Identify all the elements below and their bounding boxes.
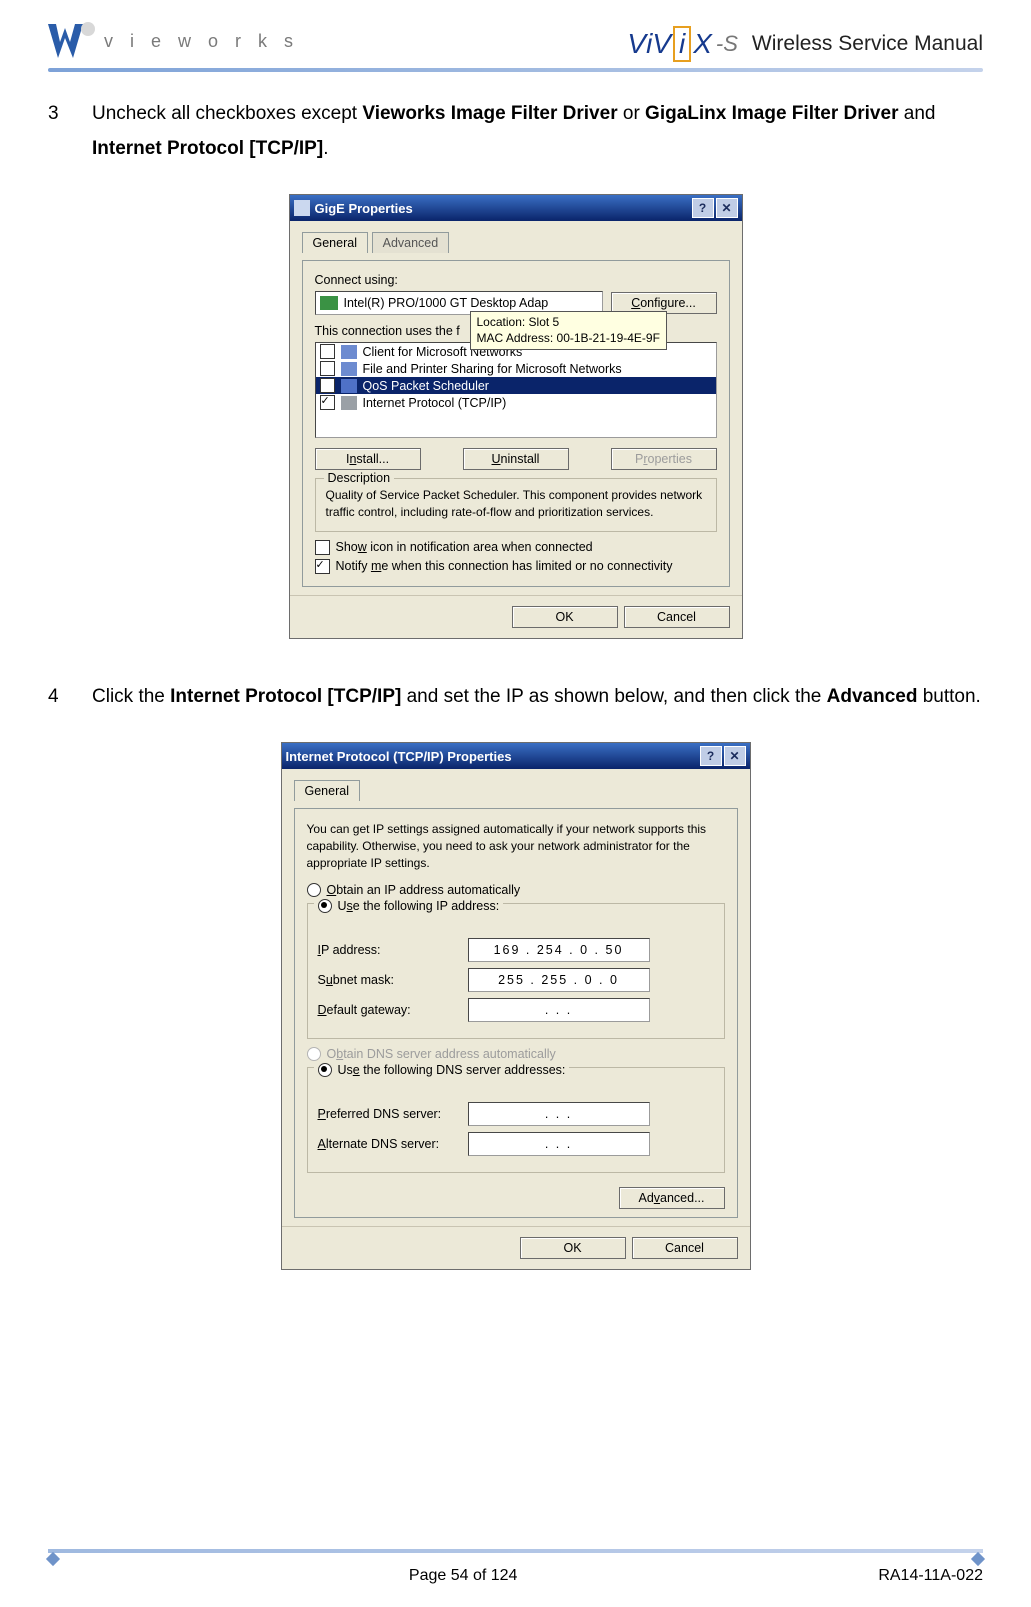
use-ip-radio[interactable]: Use the following IP address: (314, 899, 504, 913)
ip-address-field[interactable]: 169 . 254 . 0 . 50 (468, 938, 650, 962)
tab-advanced[interactable]: Advanced (372, 232, 450, 253)
static-ip-fieldset: Use the following IP address: IP address… (307, 903, 725, 1039)
install-button[interactable]: Install... (315, 448, 421, 470)
help-button[interactable]: ? (700, 746, 722, 766)
vieworks-logo: v i e w o r k s (48, 20, 299, 62)
uninstall-button[interactable]: Uninstall (463, 448, 569, 470)
adapter-icon (320, 296, 338, 310)
checkbox[interactable] (320, 395, 335, 410)
dialog2-tabs: General (294, 779, 738, 800)
vieworks-w-icon (48, 20, 98, 62)
list-item-tcpip[interactable]: Internet Protocol (TCP/IP) (316, 394, 716, 411)
ok-button[interactable]: OK (512, 606, 618, 628)
dialog1-title: GigE Properties (315, 201, 413, 216)
list-item-qos[interactable]: QoS Packet Scheduler (316, 377, 716, 394)
gateway-field[interactable]: . . . (468, 998, 650, 1022)
description-legend: Description (324, 471, 395, 485)
checkbox[interactable] (320, 344, 335, 359)
subnet-mask-field[interactable]: 255 . 255 . 0 . 0 (468, 968, 650, 992)
uses-label: This connection uses the f (315, 324, 460, 338)
connect-using-label: Connect using: (315, 273, 717, 287)
component-icon (341, 379, 357, 393)
page-header: v i e w o r k s ViViX-S Wireless Service… (48, 20, 983, 62)
ip-address-row: IP address: 169 . 254 . 0 . 50 (318, 938, 714, 962)
dialog2-titlebar[interactable]: Internet Protocol (TCP/IP) Properties ? … (282, 743, 750, 769)
radio-icon[interactable] (318, 1063, 332, 1077)
step-3-number: 3 (48, 96, 92, 166)
step-3-text: Uncheck all checkboxes except Vieworks I… (92, 96, 983, 166)
page-footer: Page 54 of 124 RA14-11A-022 (48, 1567, 983, 1585)
obtain-dns-radio: Obtain DNS server address automatically (307, 1047, 725, 1061)
preferred-dns-row: Preferred DNS server: . . . (318, 1102, 714, 1126)
checkbox[interactable] (315, 559, 330, 574)
show-icon-row[interactable]: Show icon in notification area when conn… (315, 540, 717, 555)
component-icon (341, 396, 357, 410)
alternate-dns-row: Alternate DNS server: . . . (318, 1132, 714, 1156)
radio-icon[interactable] (318, 899, 332, 913)
description-text: Quality of Service Packet Scheduler. Thi… (326, 487, 706, 521)
tab-general[interactable]: General (294, 780, 360, 801)
alternate-dns-field[interactable]: . . . (468, 1132, 650, 1156)
component-icon (341, 345, 357, 359)
intro-text: You can get IP settings assigned automat… (307, 821, 725, 871)
cancel-button[interactable]: Cancel (632, 1237, 738, 1259)
header-divider (48, 68, 983, 72)
checkbox[interactable] (315, 540, 330, 555)
subnet-row: Subnet mask: 255 . 255 . 0 . 0 (318, 968, 714, 992)
footer-divider (48, 1549, 983, 1553)
tcpip-properties-dialog: Internet Protocol (TCP/IP) Properties ? … (281, 742, 751, 1270)
advanced-button[interactable]: Advanced... (619, 1187, 725, 1209)
use-dns-radio[interactable]: Use the following DNS server addresses: (314, 1063, 570, 1077)
page-number: Page 54 of 124 (409, 1567, 518, 1585)
ok-button[interactable]: OK (520, 1237, 626, 1259)
close-button[interactable]: ✕ (724, 746, 746, 766)
dialog2-title: Internet Protocol (TCP/IP) Properties (286, 749, 512, 764)
step-3: 3 Uncheck all checkboxes except Vieworks… (48, 96, 983, 166)
help-button[interactable]: ? (692, 198, 714, 218)
doc-title: Wireless Service Manual (752, 32, 983, 56)
obtain-ip-radio[interactable]: Obtain an IP address automatically (307, 883, 725, 897)
radio-icon[interactable] (307, 883, 321, 897)
checkbox[interactable] (320, 378, 335, 393)
radio-icon (307, 1047, 321, 1061)
tab-general[interactable]: General (302, 232, 368, 253)
dialog1-tabs: General Advanced (302, 231, 730, 252)
step-4-number: 4 (48, 679, 92, 714)
preferred-dns-field[interactable]: . . . (468, 1102, 650, 1126)
static-dns-fieldset: Use the following DNS server addresses: … (307, 1067, 725, 1173)
notify-row[interactable]: Notify me when this connection has limit… (315, 559, 717, 574)
components-listbox[interactable]: Client for Microsoft Networks File and P… (315, 342, 717, 438)
close-button[interactable]: ✕ (716, 198, 738, 218)
doc-number: RA14-11A-022 (878, 1567, 983, 1585)
component-icon (341, 362, 357, 376)
step-4-text: Click the Internet Protocol [TCP/IP] and… (92, 679, 983, 714)
vivix-logo: ViViX-S (627, 26, 738, 62)
gateway-row: Default gateway: . . . (318, 998, 714, 1022)
gige-properties-dialog: GigE Properties ? ✕ General Advanced Con… (289, 194, 743, 639)
description-fieldset: Description Quality of Service Packet Sc… (315, 478, 717, 532)
dialog1-titlebar[interactable]: GigE Properties ? ✕ (290, 195, 742, 221)
properties-button[interactable]: Properties (611, 448, 717, 470)
list-item-fileshare[interactable]: File and Printer Sharing for Microsoft N… (316, 360, 716, 377)
checkbox[interactable] (320, 361, 335, 376)
adapter-tooltip: Location: Slot 5 MAC Address: 00-1B-21-1… (470, 311, 667, 349)
network-icon (294, 200, 310, 216)
header-right: ViViX-S Wireless Service Manual (627, 26, 983, 62)
cancel-button[interactable]: Cancel (624, 606, 730, 628)
vieworks-logo-text: v i e w o r k s (104, 31, 299, 52)
step-4: 4 Click the Internet Protocol [TCP/IP] a… (48, 679, 983, 714)
